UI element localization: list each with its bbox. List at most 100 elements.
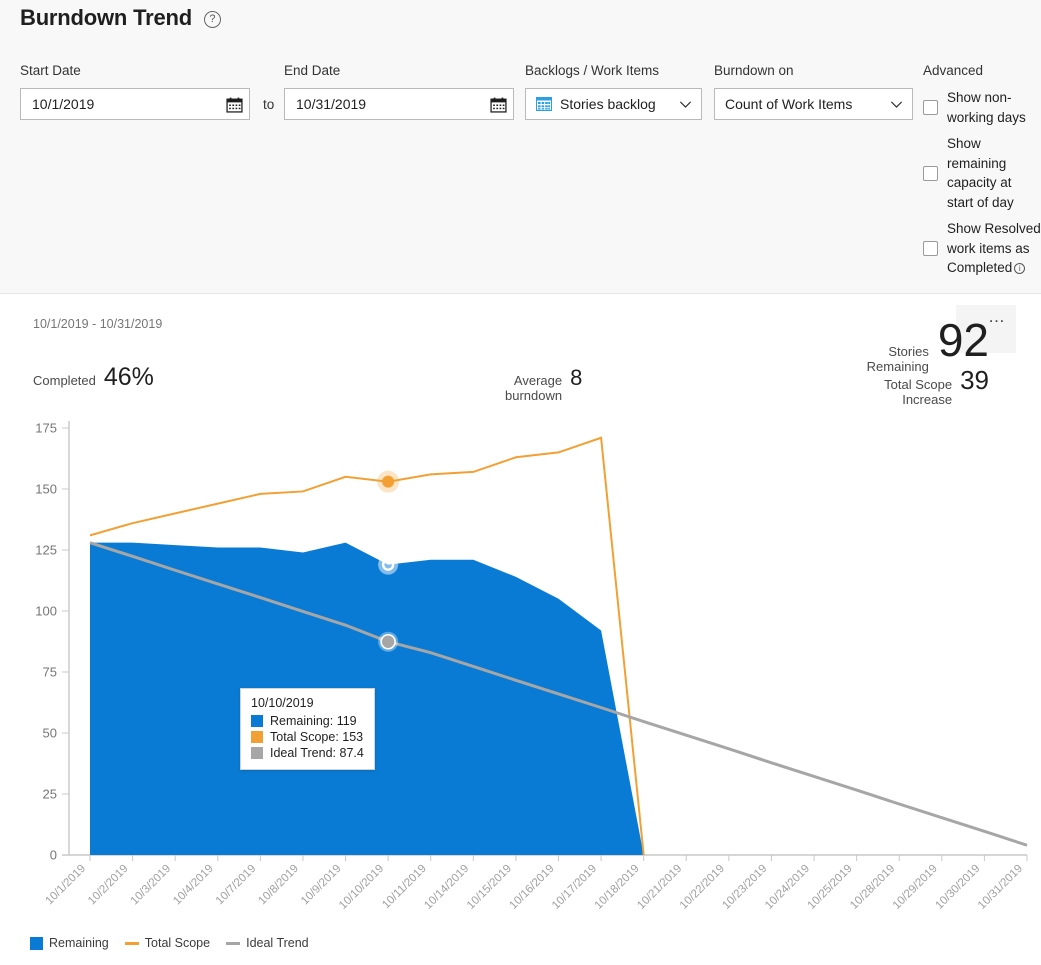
advanced-option-resolved-as-completed[interactable]: Show Resolved work items as Completed i [923, 219, 1041, 278]
stat-label-line2: burndown [505, 388, 563, 403]
burndown-on-label: Burndown on [714, 63, 794, 78]
ideal-trend-swatch [251, 747, 263, 759]
stat-average-burndown: Average burndown 8 [505, 365, 583, 404]
advanced-option-remaining-capacity[interactable]: Show remaining capacity at start of day [923, 134, 1041, 212]
svg-text:10/9/2019: 10/9/2019 [299, 863, 344, 908]
page-title-row: Burndown Trend ? [20, 5, 221, 31]
stat-value: 39 [960, 365, 989, 395]
total-scope-marker [382, 475, 395, 488]
backlog-grid-icon [536, 97, 552, 111]
ellipsis-icon[interactable]: … [988, 307, 1006, 327]
svg-text:10/14/2019: 10/14/2019 [422, 863, 471, 912]
svg-text:50: 50 [43, 726, 57, 741]
svg-text:150: 150 [35, 482, 57, 497]
tooltip-row-label: Ideal Trend: 87.4 [270, 746, 364, 760]
svg-text:10/10/2019: 10/10/2019 [337, 863, 386, 912]
stat-label-line1: Total Scope [884, 377, 953, 392]
stat-total-scope-increase: Total Scope Increase 39 [884, 367, 989, 407]
svg-text:125: 125 [35, 543, 57, 558]
svg-text:10/25/2019: 10/25/2019 [806, 863, 855, 912]
checkbox-resolved-as-completed[interactable] [923, 240, 938, 256]
tooltip-date: 10/10/2019 [251, 696, 314, 710]
svg-text:10/23/2019: 10/23/2019 [720, 863, 769, 912]
stat-completed: Completed 46% [33, 365, 154, 390]
remaining-swatch [251, 715, 263, 727]
ideal-trend-marker [380, 633, 396, 650]
chart-tooltip: 10/10/2019 Remaining: 119 Total Scope: 1… [240, 688, 375, 770]
stat-label-line1: Stories [888, 344, 929, 359]
svg-text:100: 100 [35, 604, 57, 619]
end-date-input[interactable]: 10/31/2019 [284, 88, 514, 120]
legend-item-ideal-trend[interactable]: Ideal Trend [226, 936, 309, 950]
legend-item-remaining[interactable]: Remaining [30, 936, 109, 950]
start-date-input[interactable]: 10/1/2019 [20, 88, 250, 120]
remaining-marker-halo [378, 554, 399, 575]
burndown-chart-card: 10/1/2019 - 10/31/2019 … Stories Remaini… [8, 303, 1041, 965]
ideal-trend-swatch [226, 941, 241, 945]
stat-value: 46% [103, 363, 154, 391]
svg-text:10/4/2019: 10/4/2019 [171, 863, 216, 908]
calendar-icon[interactable] [490, 96, 507, 113]
backlog-dropdown[interactable]: Stories backlog [525, 88, 702, 120]
advanced-option-label: Show Resolved work items as Completed [947, 221, 1041, 275]
filter-panel: Burndown Trend ? Start Date 10/1/2019 to… [0, 0, 1041, 294]
legend-label: Ideal Trend [246, 936, 309, 950]
to-label: to [263, 97, 275, 112]
svg-text:10/15/2019: 10/15/2019 [465, 863, 514, 912]
svg-text:10/31/2019: 10/31/2019 [976, 863, 1025, 912]
stat-label-line1: Average [513, 373, 563, 388]
tooltip-row-ideal-trend: Ideal Trend: 87.4 [251, 746, 364, 760]
svg-text:10/16/2019: 10/16/2019 [507, 863, 556, 912]
start-date-value: 10/1/2019 [32, 96, 95, 112]
svg-text:175: 175 [35, 421, 57, 436]
tooltip-row-remaining: Remaining: 119 [251, 714, 364, 728]
svg-text:25: 25 [43, 787, 57, 802]
svg-text:10/8/2019: 10/8/2019 [256, 863, 301, 908]
svg-text:10/1/2019: 10/1/2019 [43, 863, 88, 908]
advanced-label: Advanced [923, 63, 984, 78]
burndown-on-dropdown[interactable]: Count of Work Items [714, 88, 913, 120]
chevron-down-icon[interactable] [678, 97, 693, 112]
svg-text:10/17/2019: 10/17/2019 [550, 863, 599, 912]
stat-value: 8 [570, 365, 583, 390]
svg-text:10/28/2019: 10/28/2019 [848, 863, 897, 912]
tooltip-row-label: Total Scope: 153 [270, 730, 364, 744]
backlog-label: Backlogs / Work Items [525, 63, 660, 78]
stat-value: 92 [937, 314, 989, 366]
info-circle-icon[interactable]: i [1014, 263, 1026, 274]
svg-text:10/29/2019: 10/29/2019 [891, 863, 940, 912]
burndown-plot: 0 25 50 75 100 125 150 175 10/1/2019 10/2/2019 10/… [8, 413, 1041, 965]
start-date-label: Start Date [20, 63, 81, 78]
legend-item-total-scope[interactable]: Total Scope [124, 936, 211, 950]
calendar-icon[interactable] [226, 96, 243, 113]
advanced-option-label: Show remaining capacity at start of day [947, 136, 1014, 210]
advanced-option-label: Show non-working days [947, 90, 1026, 125]
chevron-down-icon[interactable] [889, 97, 904, 112]
stat-label-line2: Increase [902, 392, 953, 407]
burndown-on-value: Count of Work Items [725, 96, 853, 112]
total-scope-swatch [124, 941, 139, 945]
checkbox-non-working-days[interactable] [923, 100, 938, 115]
card-date-range: 10/1/2019 - 10/31/2019 [33, 317, 163, 331]
tooltip-row-label: Remaining: 119 [270, 714, 357, 728]
chart-legend: Remaining Total Scope Ideal Trend [30, 936, 309, 950]
svg-text:10/3/2019: 10/3/2019 [129, 863, 174, 908]
svg-text:10/18/2019: 10/18/2019 [593, 863, 642, 912]
svg-text:10/30/2019: 10/30/2019 [933, 863, 982, 912]
checkbox-remaining-capacity[interactable] [923, 165, 938, 181]
svg-text:10/2/2019: 10/2/2019 [86, 863, 131, 908]
svg-text:10/24/2019: 10/24/2019 [763, 863, 812, 912]
legend-label: Total Scope [144, 936, 211, 950]
end-date-label: End Date [284, 63, 341, 78]
svg-text:0: 0 [50, 848, 57, 863]
page-title: Burndown Trend [20, 5, 192, 30]
question-circle-icon[interactable]: ? [203, 11, 221, 28]
remaining-swatch [30, 936, 43, 950]
advanced-option-non-working-days[interactable]: Show non-working days [923, 88, 1041, 127]
end-date-value: 10/31/2019 [296, 96, 367, 112]
stat-label-line1: Completed [33, 373, 96, 388]
svg-text:10/7/2019: 10/7/2019 [214, 863, 259, 908]
legend-label: Remaining [49, 936, 109, 950]
tooltip-row-total-scope: Total Scope: 153 [251, 730, 364, 744]
burndown-chart-svg: 025507510012515017510/1/201910/2/201910/… [35, 421, 1028, 912]
